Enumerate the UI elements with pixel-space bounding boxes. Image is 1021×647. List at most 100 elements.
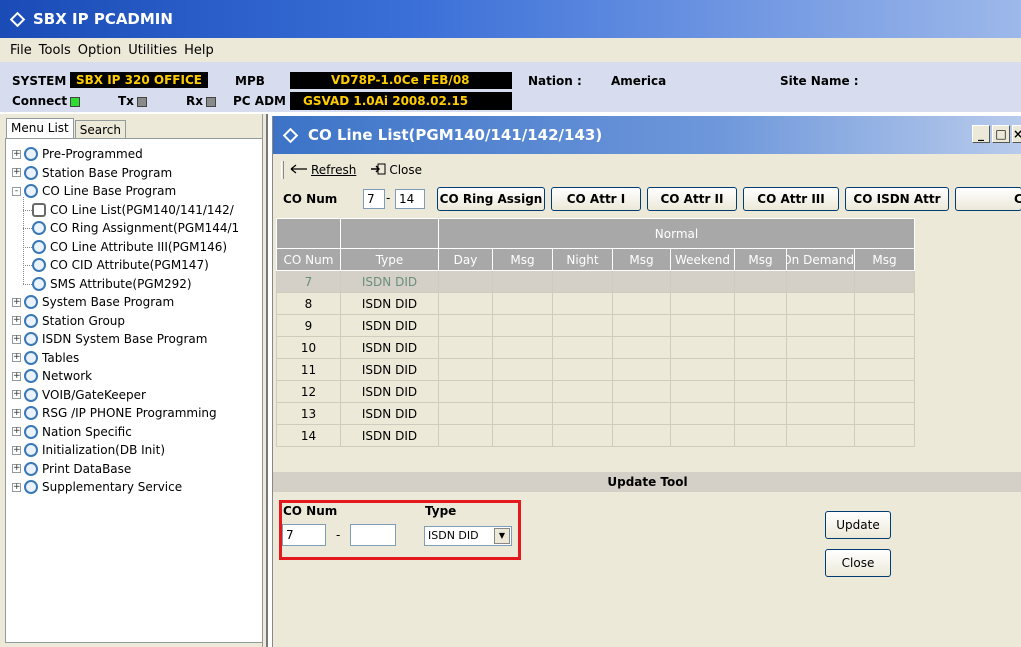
tree-node[interactable]: SMS Attribute(PGM292) bbox=[32, 275, 192, 293]
column-header[interactable]: Day bbox=[438, 248, 493, 271]
table-cell[interactable] bbox=[492, 270, 553, 293]
column-header[interactable]: Weekend bbox=[670, 248, 735, 271]
menu-option[interactable]: Option bbox=[78, 43, 121, 58]
tab-menu-list[interactable]: Menu List bbox=[6, 118, 74, 138]
table-cell[interactable] bbox=[854, 380, 915, 403]
column-header[interactable]: Msg bbox=[612, 248, 671, 271]
co-isdn-attr-button[interactable]: CO ISDN Attr bbox=[845, 187, 949, 211]
table-cell[interactable]: ISDN DID bbox=[340, 270, 439, 293]
table-cell[interactable] bbox=[438, 358, 493, 381]
refresh-button[interactable]: Refresh bbox=[290, 163, 356, 177]
table-cell[interactable] bbox=[552, 292, 613, 315]
tab-search[interactable]: Search bbox=[74, 120, 126, 138]
table-row[interactable]: 8 ISDN DID bbox=[276, 292, 915, 315]
expand-icon[interactable]: + bbox=[12, 427, 21, 436]
table-cell[interactable] bbox=[786, 292, 855, 315]
update-close-button[interactable]: Close bbox=[825, 549, 891, 577]
expand-icon[interactable]: + bbox=[12, 390, 21, 399]
table-cell[interactable] bbox=[612, 270, 671, 293]
co-num-to-input[interactable]: 14 bbox=[395, 189, 425, 209]
table-cell[interactable] bbox=[786, 336, 855, 359]
tree-node[interactable]: + Initialization(DB Init) bbox=[12, 441, 165, 459]
table-cell[interactable] bbox=[492, 336, 553, 359]
update-button[interactable]: Update bbox=[825, 511, 891, 539]
table-cell[interactable] bbox=[786, 402, 855, 425]
table-cell[interactable] bbox=[552, 314, 613, 337]
table-cell[interactable] bbox=[670, 336, 735, 359]
menu-utilities[interactable]: Utilities bbox=[128, 43, 177, 58]
table-cell[interactable] bbox=[438, 314, 493, 337]
table-cell[interactable] bbox=[786, 424, 855, 447]
table-cell[interactable] bbox=[786, 314, 855, 337]
table-cell[interactable] bbox=[854, 270, 915, 293]
table-cell[interactable] bbox=[854, 358, 915, 381]
co-ring-assign-button[interactable]: CO Ring Assign bbox=[437, 187, 545, 211]
table-row[interactable]: 11 ISDN DID bbox=[276, 358, 915, 381]
table-cell[interactable] bbox=[612, 336, 671, 359]
table-cell[interactable]: 10 bbox=[276, 336, 341, 359]
table-cell[interactable] bbox=[612, 358, 671, 381]
table-cell[interactable]: ISDN DID bbox=[340, 314, 439, 337]
tree-node[interactable]: + Tables bbox=[12, 349, 79, 367]
table-cell[interactable] bbox=[552, 358, 613, 381]
table-cell[interactable]: 8 bbox=[276, 292, 341, 315]
table-cell[interactable]: ISDN DID bbox=[340, 424, 439, 447]
table-cell[interactable]: 7 bbox=[276, 270, 341, 293]
tree-node[interactable]: + Pre-Programmed bbox=[12, 145, 143, 163]
panel-splitter[interactable] bbox=[262, 114, 268, 647]
tree-node[interactable]: + Station Base Program bbox=[12, 164, 172, 182]
table-cell[interactable] bbox=[854, 292, 915, 315]
table-cell[interactable] bbox=[492, 292, 553, 315]
minimize-button[interactable]: _ bbox=[972, 125, 990, 143]
table-cell[interactable] bbox=[670, 424, 735, 447]
table-cell[interactable] bbox=[734, 292, 787, 315]
menu-tools[interactable]: Tools bbox=[39, 43, 71, 58]
tree-node[interactable]: CO CID Attribute(PGM147) bbox=[32, 256, 209, 274]
update-co-to-input[interactable] bbox=[350, 524, 396, 546]
table-cell[interactable] bbox=[670, 314, 735, 337]
table-cell[interactable] bbox=[492, 402, 553, 425]
table-cell[interactable]: 12 bbox=[276, 380, 341, 403]
table-cell[interactable] bbox=[734, 380, 787, 403]
table-cell[interactable]: ISDN DID bbox=[340, 380, 439, 403]
column-header[interactable]: Type bbox=[340, 248, 439, 271]
table-cell[interactable] bbox=[670, 292, 735, 315]
table-cell[interactable] bbox=[552, 336, 613, 359]
tree-node[interactable]: - CO Line Base Program bbox=[12, 182, 176, 200]
column-header[interactable]: Night bbox=[552, 248, 613, 271]
expand-icon[interactable]: + bbox=[12, 371, 21, 381]
tree-node[interactable]: + Print DataBase bbox=[12, 460, 131, 478]
table-cell[interactable]: 14 bbox=[276, 424, 341, 447]
table-row[interactable]: 9 ISDN DID bbox=[276, 314, 915, 337]
table-cell[interactable] bbox=[670, 270, 735, 293]
more-attr-button[interactable]: C bbox=[955, 187, 1021, 211]
table-cell[interactable] bbox=[670, 358, 735, 381]
expand-icon[interactable]: + bbox=[12, 168, 21, 177]
table-cell[interactable] bbox=[854, 402, 915, 425]
table-cell[interactable] bbox=[612, 314, 671, 337]
table-row[interactable]: 14 ISDN DID bbox=[276, 424, 915, 447]
menu-file[interactable]: File bbox=[10, 43, 32, 58]
maximize-button[interactable]: □ bbox=[992, 125, 1010, 143]
expand-icon[interactable]: + bbox=[12, 334, 21, 344]
tree-node[interactable]: + Network bbox=[12, 367, 92, 385]
expand-icon[interactable]: + bbox=[12, 297, 21, 307]
table-cell[interactable] bbox=[734, 358, 787, 381]
table-cell[interactable] bbox=[854, 314, 915, 337]
table-cell[interactable] bbox=[438, 270, 493, 293]
tree-node[interactable]: + Station Group bbox=[12, 312, 125, 330]
table-cell[interactable]: ISDN DID bbox=[340, 358, 439, 381]
table-cell[interactable] bbox=[786, 270, 855, 293]
dropdown-arrow-icon[interactable]: ▼ bbox=[494, 528, 510, 544]
table-cell[interactable] bbox=[670, 380, 735, 403]
tree-node[interactable]: + RSG /IP PHONE Programming bbox=[12, 404, 217, 422]
update-co-from-input[interactable]: 7 bbox=[282, 524, 326, 546]
table-cell[interactable] bbox=[734, 314, 787, 337]
table-cell[interactable] bbox=[854, 336, 915, 359]
table-cell[interactable] bbox=[492, 424, 553, 447]
expand-icon[interactable]: + bbox=[12, 149, 21, 159]
table-cell[interactable] bbox=[612, 292, 671, 315]
co-attr-i-button[interactable]: CO Attr I bbox=[551, 187, 641, 211]
table-cell[interactable]: ISDN DID bbox=[340, 402, 439, 425]
tree-node[interactable]: + Nation Specific bbox=[12, 423, 132, 441]
